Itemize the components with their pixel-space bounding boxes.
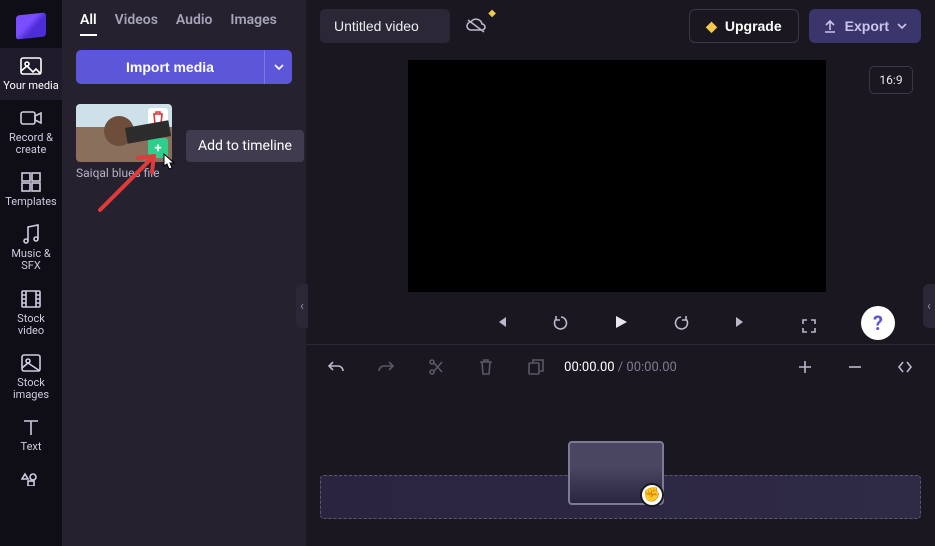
delete-button[interactable] bbox=[470, 351, 502, 383]
tab-audio[interactable]: Audio bbox=[176, 12, 213, 36]
rail-your-media[interactable]: Your media bbox=[0, 48, 62, 100]
shapes-icon bbox=[20, 469, 42, 489]
rail-label: Record & create bbox=[3, 132, 59, 156]
rail-label: Your media bbox=[3, 80, 58, 92]
clip-thumbnail[interactable]: + bbox=[76, 104, 172, 162]
split-button[interactable] bbox=[420, 351, 452, 383]
premium-badge-icon: ◆ bbox=[488, 8, 496, 19]
grab-cursor-icon: ✊ bbox=[640, 483, 664, 507]
chevron-down-icon bbox=[274, 64, 284, 70]
skip-forward-icon bbox=[734, 315, 748, 329]
timeline-toolbar: 00:00.00 / 00:00.00 bbox=[306, 345, 935, 389]
import-row: Import media bbox=[62, 44, 306, 94]
minus-icon bbox=[848, 360, 862, 374]
skip-start-button[interactable] bbox=[485, 306, 517, 338]
delete-clip-button[interactable] bbox=[148, 108, 168, 128]
upgrade-button[interactable]: ◆ Upgrade bbox=[689, 9, 799, 43]
video-canvas[interactable] bbox=[408, 60, 826, 292]
cloud-sync-button[interactable]: ◆ bbox=[460, 10, 492, 42]
help-button[interactable]: ? bbox=[861, 306, 895, 340]
duplicate-button[interactable] bbox=[520, 351, 552, 383]
trash-icon bbox=[479, 359, 493, 375]
fit-icon bbox=[897, 360, 913, 374]
fullscreen-button[interactable] bbox=[793, 310, 825, 342]
rail-stock-images[interactable]: Stock images bbox=[0, 345, 62, 409]
tab-images[interactable]: Images bbox=[230, 12, 276, 36]
chevron-down-icon bbox=[897, 23, 907, 29]
gem-icon: ◆ bbox=[706, 18, 717, 35]
undo-icon bbox=[328, 360, 344, 374]
upload-icon bbox=[823, 19, 837, 33]
tab-all[interactable]: All bbox=[80, 12, 97, 36]
redo-button[interactable] bbox=[370, 351, 402, 383]
rail-label: Stock video bbox=[3, 313, 59, 337]
upgrade-label: Upgrade bbox=[725, 18, 782, 34]
rail-label: Text bbox=[21, 441, 42, 453]
project-title-input[interactable] bbox=[320, 9, 450, 43]
import-media-button[interactable]: Import media bbox=[76, 50, 264, 84]
rail-label: Templates bbox=[5, 196, 56, 208]
fullscreen-icon bbox=[801, 318, 817, 334]
transport-controls bbox=[306, 306, 935, 338]
left-rail: Your media Record & create Templates Mus… bbox=[0, 0, 62, 546]
film-icon bbox=[20, 289, 42, 309]
skip-end-button[interactable] bbox=[725, 306, 757, 338]
rail-record-create[interactable]: Record & create bbox=[0, 100, 62, 164]
rail-stock-video[interactable]: Stock video bbox=[0, 281, 62, 345]
play-icon bbox=[613, 314, 629, 330]
text-icon bbox=[20, 417, 42, 437]
rail-text[interactable]: Text bbox=[0, 409, 62, 461]
media-panel: All Videos Audio Images Import media + S… bbox=[62, 0, 306, 546]
fit-timeline-button[interactable] bbox=[889, 351, 921, 383]
media-tabs: All Videos Audio Images bbox=[62, 0, 306, 44]
export-label: Export bbox=[845, 18, 889, 34]
dragging-clip[interactable]: ✊ bbox=[568, 441, 664, 505]
music-icon bbox=[20, 224, 42, 244]
tab-videos[interactable]: Videos bbox=[115, 12, 158, 36]
aspect-ratio-button[interactable]: 16:9 bbox=[869, 66, 913, 94]
image-icon bbox=[20, 353, 42, 373]
media-clip[interactable]: + Saiqal blues file bbox=[76, 104, 172, 180]
add-track-button[interactable] bbox=[789, 351, 821, 383]
timeline-area: 00:00.00 / 00:00.00 ✊ bbox=[306, 344, 935, 546]
app-logo bbox=[16, 12, 46, 39]
export-button[interactable]: Export bbox=[809, 9, 921, 43]
skip-back-icon bbox=[494, 315, 508, 329]
rail-music-sfx[interactable]: Music & SFX bbox=[0, 216, 62, 280]
duration-time: 00:00.00 bbox=[626, 360, 676, 375]
trash-icon bbox=[152, 111, 164, 125]
collapse-media-panel[interactable]: ‹ bbox=[296, 284, 308, 328]
cloud-off-icon bbox=[466, 18, 486, 34]
timecode: 00:00.00 / 00:00.00 bbox=[564, 360, 677, 375]
clip-name: Saiqal blues file bbox=[76, 166, 172, 180]
import-media-dropdown[interactable] bbox=[264, 50, 292, 84]
zoom-out-button[interactable] bbox=[839, 351, 871, 383]
rail-label: Stock images bbox=[3, 377, 59, 401]
rail-label: Music & SFX bbox=[3, 248, 59, 272]
add-to-timeline-button[interactable]: + bbox=[148, 138, 168, 158]
rail-more[interactable] bbox=[0, 461, 62, 501]
forward-icon bbox=[673, 314, 689, 330]
rewind-button[interactable] bbox=[545, 306, 577, 338]
camera-icon bbox=[20, 108, 42, 128]
current-time: 00:00.00 bbox=[564, 360, 614, 375]
templates-icon bbox=[20, 172, 42, 192]
preview-area: 16:9 ? bbox=[306, 52, 935, 344]
redo-icon bbox=[378, 360, 394, 374]
forward-button[interactable] bbox=[665, 306, 697, 338]
copy-icon bbox=[528, 359, 544, 375]
plus-icon bbox=[798, 360, 812, 374]
undo-button[interactable] bbox=[320, 351, 352, 383]
rail-templates[interactable]: Templates bbox=[0, 164, 62, 216]
add-to-timeline-tooltip: Add to timeline bbox=[186, 130, 304, 162]
collapse-properties-panel[interactable]: ‹ bbox=[923, 284, 935, 328]
scissors-icon bbox=[429, 359, 443, 375]
top-bar: ◆ ◆ Upgrade Export bbox=[306, 0, 935, 52]
media-icon bbox=[20, 56, 42, 76]
play-button[interactable] bbox=[605, 306, 637, 338]
rewind-icon bbox=[553, 314, 569, 330]
